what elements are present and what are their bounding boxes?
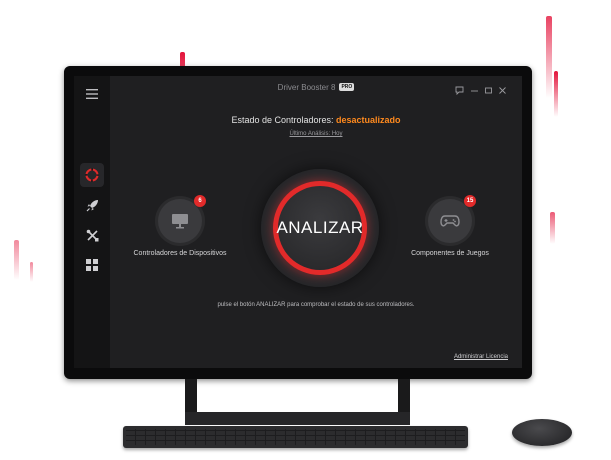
decor-streak [554,71,558,117]
last-scan-link[interactable]: Último Análisis: Hoy [110,131,522,137]
monitor-icon [172,214,188,229]
close-icon [499,87,506,94]
sidebar-item-action-center[interactable] [80,253,104,277]
chat-icon [455,86,464,96]
scan-button[interactable]: ANALIZAR [261,169,379,287]
decor-streak [546,16,552,98]
close-button[interactable] [498,82,507,100]
status-label: Estado de Controladores: [231,115,334,125]
minimize-button[interactable] [470,82,479,100]
sidebar-item-boost[interactable] [80,193,104,217]
mouse [512,419,572,446]
feedback-button[interactable] [455,82,464,100]
sidebar-item-scan[interactable] [80,163,104,187]
decor-streak [30,262,33,282]
scan-hint: pulse el botón ANALIZAR para comprobar e… [217,302,415,308]
device-drivers-button[interactable]: 6 [158,195,206,243]
device-drivers-label: Controladores de Dispositivos [133,250,227,257]
sidebar [74,76,110,368]
lifebuoy-icon [85,168,99,182]
driver-status: Estado de Controladores: desactualizado [110,115,522,125]
tools-icon [86,229,98,241]
decor-streak [14,240,19,280]
keyboard [123,426,468,448]
sidebar-item-tools[interactable] [80,223,104,247]
minimize-icon [471,90,478,92]
monitor: Driver Booster 8 PRO Estado de Controlad… [64,66,532,379]
game-components-button[interactable]: 15 [428,195,476,243]
menu-button[interactable] [80,82,104,106]
game-components-count: 15 [464,195,476,207]
status-value: desactualizado [336,115,401,125]
keyboard-keys [126,429,465,445]
maximize-button[interactable] [484,82,493,100]
apps-grid-icon [86,259,98,271]
gamepad-icon [440,215,460,227]
app-title: Driver Booster 8 [277,82,336,92]
monitor-stand-base [185,412,410,425]
decor-streak [550,212,555,244]
scan-button-label: ANALIZAR [276,186,363,270]
scan-ring: ANALIZAR [273,181,367,275]
game-components-label: Componentes de Juegos [411,250,489,257]
device-drivers-count: 6 [194,195,206,207]
app-window: Driver Booster 8 PRO Estado de Controlad… [74,76,522,368]
pro-badge: PRO [339,83,355,91]
maximize-icon [485,87,492,94]
rocket-icon [86,199,98,211]
manage-license-link[interactable]: Administrar Licencia [454,354,508,360]
menu-icon [86,89,98,99]
